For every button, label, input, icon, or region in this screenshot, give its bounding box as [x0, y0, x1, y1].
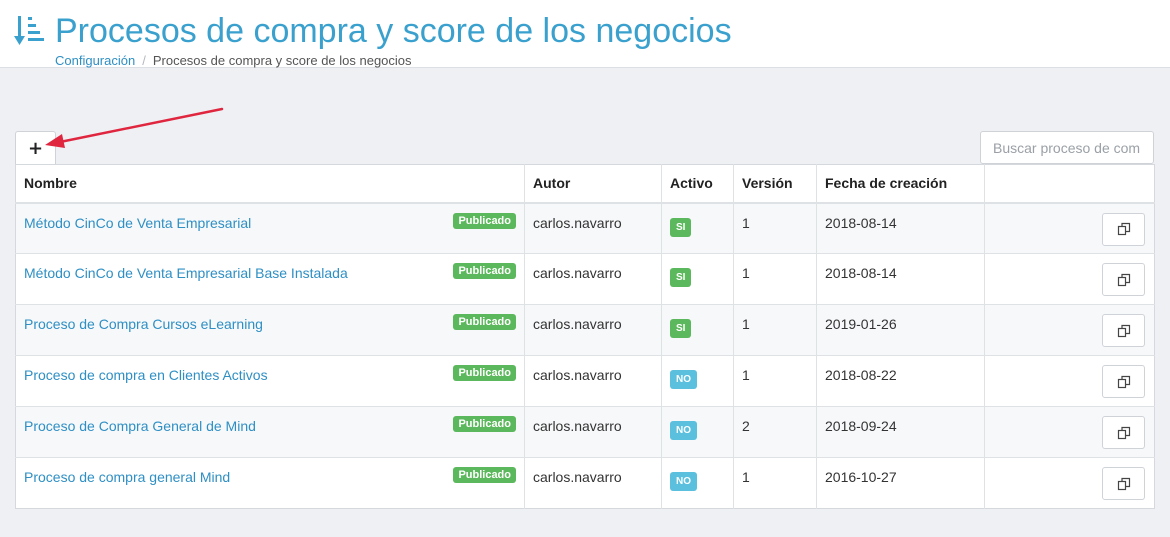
cell-name: Proceso de Compra Cursos eLearning Public… [15, 304, 525, 356]
cell-version: 1 [733, 253, 817, 305]
status-badge: Publicado [453, 467, 516, 483]
page-header: Procesos de compra y score de los negoci… [0, 0, 1170, 68]
status-badge: Publicado [453, 314, 516, 330]
active-badge: NO [670, 370, 697, 389]
cell-actions [984, 202, 1155, 254]
column-header-activo[interactable]: Activo [661, 164, 734, 204]
cell-active: SI [661, 202, 734, 254]
page-title: Procesos de compra y score de los negoci… [55, 12, 732, 50]
status-badge: Publicado [453, 365, 516, 381]
duplicate-button[interactable] [1102, 212, 1145, 246]
copy-icon [1117, 273, 1130, 286]
status-badge: Publicado [453, 212, 516, 229]
active-badge: SI [670, 217, 692, 237]
cell-actions [984, 355, 1155, 407]
cell-active: NO [661, 355, 734, 407]
column-header-fecha[interactable]: Fecha de creación [816, 164, 985, 204]
cell-date: 2018-08-14 [816, 202, 985, 254]
cell-active: SI [661, 253, 734, 305]
breadcrumb-current: Procesos de compra y score de los negoci… [152, 53, 412, 68]
copy-icon [1117, 324, 1130, 337]
cell-author: carlos.navarro [524, 457, 662, 509]
cell-date: 2018-09-24 [816, 406, 985, 458]
cell-version: 1 [733, 304, 817, 356]
duplicate-button[interactable] [1102, 263, 1145, 296]
process-link[interactable]: Proceso de Compra Cursos eLearning [24, 316, 263, 332]
cell-version: 2 [733, 406, 817, 458]
active-badge: SI [670, 268, 692, 287]
cell-name: Proceso de compra en Clientes Activos Pub… [15, 355, 525, 407]
cell-version: 1 [733, 355, 817, 407]
table-body: Método CinCo de Venta Empresarial Publica… [15, 202, 1155, 509]
status-badge: Publicado [453, 263, 516, 279]
cell-name: Método CinCo de Venta Empresarial Base I… [15, 253, 525, 305]
status-badge: Publicado [453, 416, 516, 432]
column-header-version[interactable]: Versión [733, 164, 817, 204]
column-header-actions [984, 164, 1155, 204]
process-link[interactable]: Método CinCo de Venta Empresarial [24, 215, 251, 231]
process-link[interactable]: Método CinCo de Venta Empresarial Base I… [24, 265, 348, 281]
table-row: Proceso de compra general Mind Publicado c… [15, 457, 1155, 509]
cell-date: 2016-10-27 [816, 457, 985, 509]
cell-date: 2018-08-14 [816, 253, 985, 305]
cell-actions [984, 406, 1155, 458]
column-header-autor[interactable]: Autor [524, 164, 662, 204]
processes-table: Nombre Autor Activo Versión Fecha de cre… [15, 164, 1155, 509]
cell-author: carlos.navarro [524, 355, 662, 407]
breadcrumb: Configuración / Procesos de compra y score… [55, 53, 412, 69]
duplicate-button[interactable] [1102, 416, 1145, 449]
breadcrumb-configuracion[interactable]: Configuración [55, 53, 135, 68]
cell-version: 1 [733, 202, 817, 254]
active-badge: SI [670, 319, 692, 338]
cell-actions [984, 457, 1155, 509]
breadcrumb-separator: / [142, 53, 146, 68]
process-link[interactable]: Proceso de Compra General de Mind [24, 418, 256, 434]
duplicate-button[interactable] [1102, 365, 1145, 398]
cell-name: Proceso de Compra General de Mind Publica… [15, 406, 525, 458]
duplicate-button[interactable] [1102, 467, 1145, 500]
table-row: Proceso de Compra General de Mind Publica… [15, 406, 1155, 458]
copy-icon [1117, 477, 1130, 490]
cell-author: carlos.navarro [524, 253, 662, 305]
active-badge: NO [670, 421, 697, 440]
cell-date: 2018-08-22 [816, 355, 985, 407]
cell-author: carlos.navarro [524, 202, 662, 254]
cell-version: 1 [733, 457, 817, 509]
copy-icon [1117, 375, 1130, 388]
cell-name: Proceso de compra general Mind Publicado [15, 457, 525, 509]
cell-actions [984, 304, 1155, 356]
search-input[interactable] [980, 131, 1154, 164]
table-row: Método CinCo de Venta Empresarial Base I… [15, 253, 1155, 305]
copy-icon [1117, 426, 1130, 439]
duplicate-button[interactable] [1102, 314, 1145, 347]
cell-author: carlos.navarro [524, 304, 662, 356]
table-row: Proceso de compra en Clientes Activos Pub… [15, 355, 1155, 407]
cell-author: carlos.navarro [524, 406, 662, 458]
cell-date: 2019-01-26 [816, 304, 985, 356]
cell-active: NO [661, 457, 734, 509]
process-link[interactable]: Proceso de compra general Mind [24, 469, 230, 485]
add-process-button[interactable]: + [15, 131, 56, 164]
active-badge: NO [670, 472, 697, 491]
copy-icon [1117, 222, 1130, 236]
sort-list-icon [14, 16, 44, 45]
cell-name: Método CinCo de Venta Empresarial Publica… [15, 202, 525, 254]
cell-active: NO [661, 406, 734, 458]
table-row: Proceso de Compra Cursos eLearning Public… [15, 304, 1155, 356]
process-link[interactable]: Proceso de compra en Clientes Activos [24, 367, 268, 383]
table-row: Método CinCo de Venta Empresarial Publica… [15, 202, 1155, 254]
cell-active: SI [661, 304, 734, 356]
cell-actions [984, 253, 1155, 305]
table-header-row: Nombre Autor Activo Versión Fecha de cre… [15, 164, 1155, 204]
column-header-nombre[interactable]: Nombre [15, 164, 525, 204]
